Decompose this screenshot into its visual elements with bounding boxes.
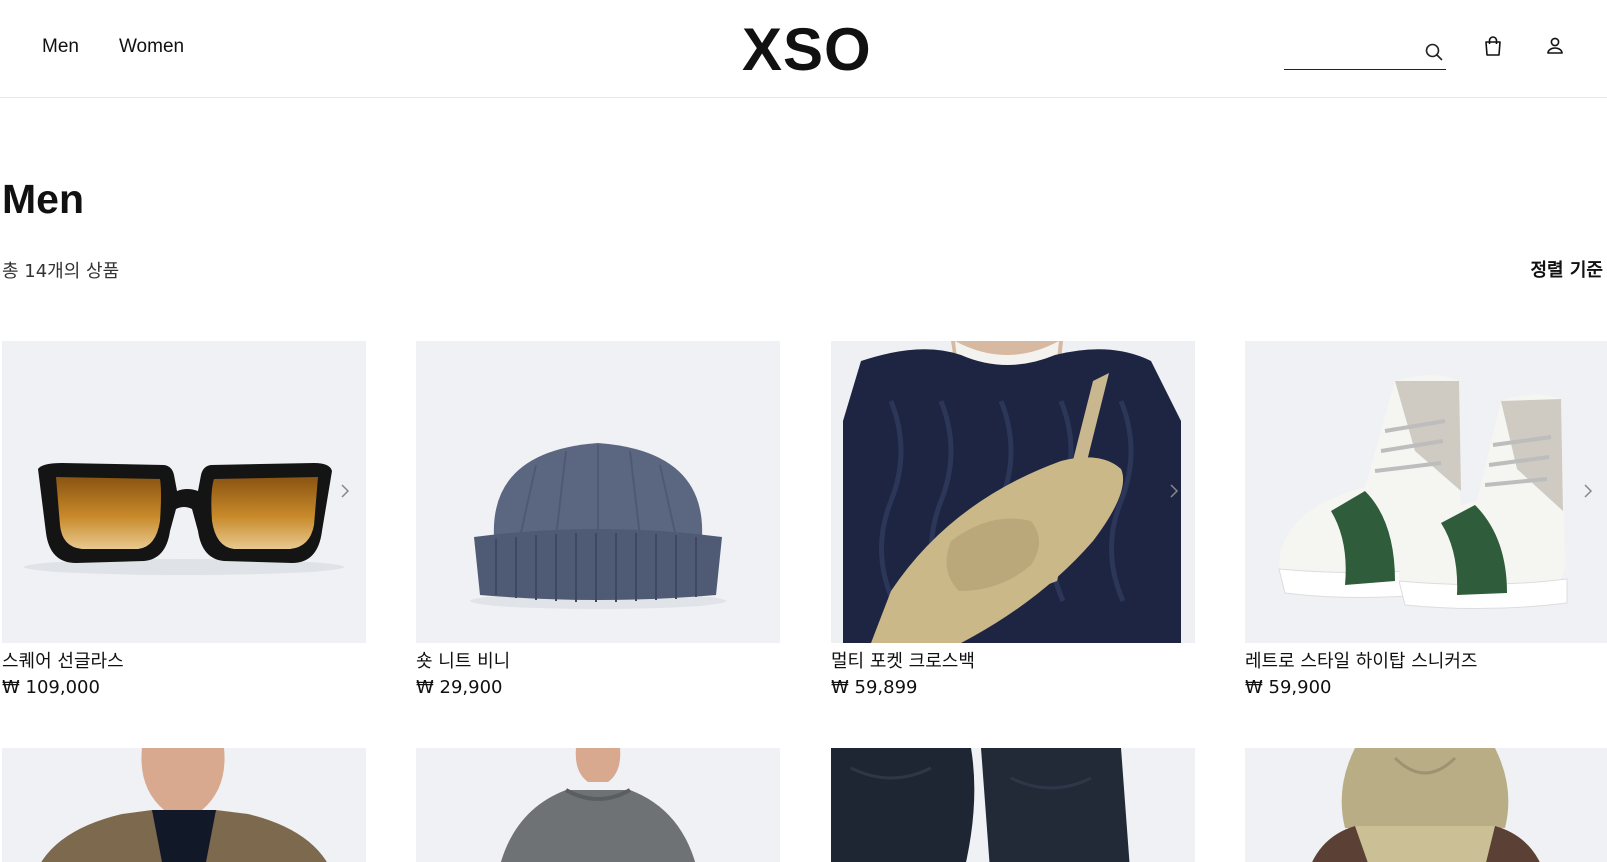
product-count: 총 14개의 상품 [2,261,120,282]
product-image[interactable] [831,341,1195,643]
product-image[interactable] [1245,341,1607,643]
product-card[interactable]: 숏 니트 비니 ₩ 29,900 [416,341,780,698]
user-icon[interactable] [1544,35,1566,57]
product-name[interactable]: 스퀘어 선글라스 [2,647,124,673]
product-card[interactable] [416,748,780,862]
product-name[interactable]: 멀티 포켓 크로스백 [831,647,975,673]
product-image[interactable] [416,748,780,862]
product-image[interactable] [416,341,780,643]
search-input[interactable] [1284,40,1414,66]
product-card[interactable]: 멀티 포켓 크로스백 ₩ 59,899 [831,341,1195,698]
product-card[interactable] [2,748,366,862]
page-title: Men [2,176,84,222]
product-name[interactable]: 숏 니트 비니 [416,647,510,673]
product-card[interactable] [1245,748,1607,862]
product-price: ₩ 59,899 [831,677,918,698]
sort-button[interactable]: 정렬 기준 [1530,256,1603,282]
crossbag-image [831,341,1195,643]
product-card[interactable]: 레트로 스타일 하이탑 스니커즈 ₩ 59,900 [1245,341,1607,698]
site-header: Men Women XSO [0,0,1607,98]
next-image-arrow[interactable] [338,481,352,501]
product-price: ₩ 29,900 [416,677,503,698]
product-image[interactable] [2,341,366,643]
product-image[interactable] [831,748,1195,862]
logo[interactable]: XSO [742,18,872,82]
sneakers-image [1278,375,1568,610]
search-icon[interactable] [1424,42,1444,62]
sunglasses-image [24,463,344,575]
beanie-image [470,443,726,609]
nav-men[interactable]: Men [42,36,79,58]
product-price: ₩ 59,900 [1245,677,1332,698]
nav-women[interactable]: Women [119,36,184,58]
bag-icon[interactable] [1482,35,1504,57]
product-name[interactable]: 레트로 스타일 하이탑 스니커즈 [1245,647,1477,673]
blazer-model-image [41,748,327,862]
search-box [1284,36,1446,70]
next-image-arrow[interactable] [1167,481,1181,501]
main-nav: Men Women [42,36,184,58]
product-card[interactable] [831,748,1195,862]
product-price: ₩ 109,000 [2,677,100,698]
product-image[interactable] [2,748,366,862]
sweater-model-image [500,748,696,862]
next-image-arrow[interactable] [1581,481,1595,501]
jeans-image [831,748,1130,862]
product-card[interactable]: 스퀘어 선글라스 ₩ 109,000 [2,341,366,698]
product-image[interactable] [1245,748,1607,862]
hoodie-image [1312,748,1540,862]
